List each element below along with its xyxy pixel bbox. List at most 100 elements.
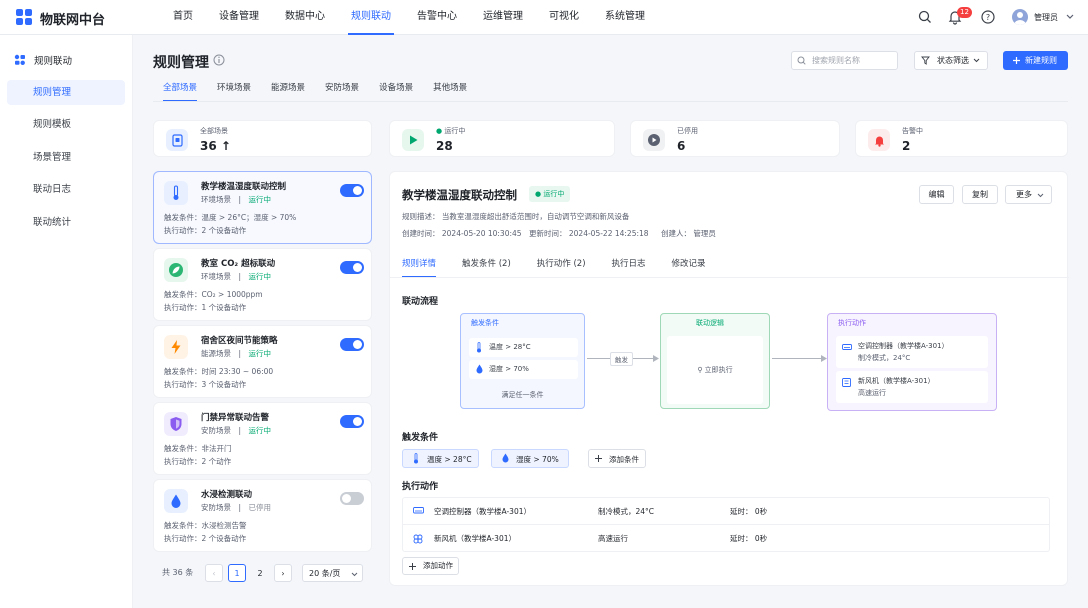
stat-card-all[interactable]: 全部场景 36 ↑ bbox=[153, 120, 372, 157]
flow-action-item: 新风机（教学楼A-301） 高速运行 bbox=[836, 371, 988, 403]
rule-meta: 安防场景 | 运行中 bbox=[201, 426, 272, 435]
flow-logic-item: ⚲ 立即执行 bbox=[667, 336, 763, 404]
stat-card-stopped[interactable]: 已停用 6 bbox=[630, 120, 840, 157]
edit-button[interactable]: 编辑 bbox=[919, 185, 954, 204]
rule-card[interactable]: 教学楼温湿度联动控制 环境场景 | 运行中 触发条件：温度 > 26°C；湿度 … bbox=[153, 171, 372, 244]
nav-rules[interactable]: 规则联动 bbox=[338, 0, 404, 35]
plus-icon bbox=[409, 563, 416, 570]
action-delay: 延时： 0秒 bbox=[730, 507, 768, 516]
tab-exec-log[interactable]: 执行日志 bbox=[612, 256, 646, 278]
flow-action-name: 空调控制器（教学楼A-301） bbox=[858, 342, 949, 350]
flow-trigger-item: 湿度 > 70% bbox=[469, 360, 578, 379]
tab-energy[interactable]: 能源场景 bbox=[261, 80, 315, 102]
play-icon bbox=[402, 129, 424, 151]
plus-icon bbox=[595, 455, 602, 462]
flow-action-detail: 高速运行 bbox=[858, 389, 886, 397]
tab-rule-detail[interactable]: 规则详情 bbox=[402, 256, 437, 278]
actions-section-title: 执行动作 bbox=[402, 482, 439, 492]
sidebar-item-rule-templates[interactable]: 规则模板 bbox=[7, 112, 125, 137]
flow-logic-head: 联动逻辑 bbox=[696, 319, 724, 327]
rule-trigger: 触发条件：CO₂ > 1000ppm bbox=[164, 290, 263, 299]
sidebar-item-logs[interactable]: 联动日志 bbox=[7, 177, 125, 202]
air-conditioner-icon bbox=[413, 507, 424, 514]
tab-security[interactable]: 安防场景 bbox=[315, 80, 369, 102]
sidebar-item-scenes[interactable]: 场景管理 bbox=[7, 145, 125, 170]
rule-meta: 能源场景 | 运行中 bbox=[201, 349, 272, 358]
water-drop-icon bbox=[476, 364, 483, 374]
nav-ops[interactable]: 运维管理 bbox=[470, 0, 536, 35]
copy-button[interactable]: 复制 bbox=[962, 185, 998, 204]
flow-action-detail: 制冷模式，24°C bbox=[858, 354, 911, 362]
tab-change-log[interactable]: 修改记录 bbox=[672, 256, 706, 278]
tab-other[interactable]: 其他场景 bbox=[423, 80, 477, 102]
search-input[interactable]: 搜索规则名称 bbox=[791, 51, 898, 70]
app-name: 物联网中台 bbox=[40, 13, 106, 28]
detail-tabs: 规则详情 触发条件 (2) 执行动作 (2) 执行日志 修改记录 bbox=[402, 256, 732, 278]
prev-page-button[interactable]: ‹ bbox=[205, 564, 223, 582]
rule-name: 门禁异常联动告警 bbox=[201, 413, 270, 423]
tab-device[interactable]: 设备场景 bbox=[369, 80, 423, 102]
rule-toggle[interactable] bbox=[340, 184, 364, 197]
scene-tabs: 全部场景 环境场景 能源场景 安防场景 设备场景 其他场景 bbox=[153, 80, 477, 102]
flow-trigger-box: 触发条件 温度 > 28°C 湿度 > 70% 满足任一条件 bbox=[460, 313, 585, 409]
rule-card[interactable]: 门禁异常联动告警 安防场景 | 运行中 触发条件：非法开门 执行动作：2 个动作 bbox=[153, 402, 372, 475]
rule-status: 运行中 bbox=[248, 272, 272, 281]
chevron-down-icon bbox=[973, 58, 980, 63]
rule-toggle[interactable] bbox=[340, 261, 364, 274]
total-count: 共 36 条 bbox=[162, 568, 194, 577]
tab-all-scenes[interactable]: 全部场景 bbox=[153, 80, 207, 102]
info-icon[interactable] bbox=[213, 54, 225, 66]
rule-trigger: 触发条件：非法开门 bbox=[164, 444, 232, 453]
chevron-down-icon[interactable] bbox=[1066, 14, 1074, 20]
tab-actions[interactable]: 执行动作 (2) bbox=[537, 256, 586, 278]
nav-alarms[interactable]: 告警中心 bbox=[404, 0, 470, 35]
sidebar-item-stats[interactable]: 联动统计 bbox=[7, 210, 125, 235]
rule-toggle[interactable] bbox=[340, 338, 364, 351]
rule-trigger: 触发条件：温度 > 26°C；湿度 > 70% bbox=[164, 213, 297, 222]
rule-card[interactable]: 教室 CO₂ 超标联动 环境场景 | 运行中 触发条件：CO₂ > 1000pp… bbox=[153, 248, 372, 321]
next-page-button[interactable]: › bbox=[274, 564, 292, 582]
nav-visualization[interactable]: 可视化 bbox=[536, 0, 592, 35]
help-icon[interactable]: ? bbox=[980, 9, 996, 25]
avatar[interactable] bbox=[1012, 9, 1028, 25]
nav-system[interactable]: 系统管理 bbox=[592, 0, 658, 35]
nav-devices[interactable]: 设备管理 bbox=[206, 0, 272, 35]
username[interactable]: 管理员 bbox=[1034, 12, 1058, 23]
flow-arrow bbox=[772, 358, 824, 359]
sidebar-title: 规则联动 bbox=[14, 53, 72, 67]
rule-card[interactable]: 宿舍区夜间节能策略 能源场景 | 运行中 触发条件：时间 23:30 ~ 06:… bbox=[153, 325, 372, 398]
nav-data-center[interactable]: 数据中心 bbox=[272, 0, 338, 35]
svg-text:?: ? bbox=[986, 13, 990, 22]
fan-icon bbox=[842, 378, 851, 387]
rule-toggle[interactable] bbox=[340, 492, 364, 505]
page-1-button[interactable]: 1 bbox=[228, 564, 246, 582]
sidebar-item-rule-management[interactable]: 规则管理 bbox=[7, 80, 125, 105]
nav-home[interactable]: 首页 bbox=[160, 0, 206, 35]
flow-action-head: 执行动作 bbox=[838, 319, 866, 327]
detail-created: 创建时间： 2024-05-20 10:30:45 bbox=[402, 229, 522, 238]
action-delay: 延时： 0秒 bbox=[730, 534, 768, 543]
rule-scene: 环境场景 bbox=[201, 272, 231, 281]
action-device: 空调控制器（教学楼A-301） bbox=[434, 507, 531, 516]
rule-toggle[interactable] bbox=[340, 415, 364, 428]
stat-value: 28 bbox=[436, 139, 453, 153]
rule-name: 教学楼温湿度联动控制 bbox=[201, 182, 287, 192]
stat-card-running[interactable]: ● 运行中 28 bbox=[389, 120, 615, 157]
rule-card[interactable]: 水浸检测联动 安防场景 | 已停用 触发条件：水浸检测告警 执行动作：2 个设备… bbox=[153, 479, 372, 552]
page-2-button[interactable]: 2 bbox=[251, 564, 269, 582]
status-badge-text: 运行中 bbox=[543, 190, 565, 198]
air-conditioner-icon bbox=[842, 344, 852, 350]
table-row: 空调控制器（教学楼A-301） 制冷模式，24°C 延时： 0秒 bbox=[403, 498, 1049, 525]
flow-arrow-label: 触发 bbox=[610, 352, 633, 366]
flow-logic-box: 联动逻辑 ⚲ 立即执行 bbox=[660, 313, 770, 409]
table-row: 新风机（教学楼A-301） 高速运行 延时： 0秒 bbox=[403, 525, 1049, 552]
rule-scene: 能源场景 bbox=[201, 349, 231, 358]
rule-detail-panel: 教学楼温湿度联动控制 ● 运行中 编辑 复制 更多 规则描述： 当教室温湿度超出… bbox=[389, 171, 1069, 586]
tab-triggers[interactable]: 触发条件 (2) bbox=[462, 256, 511, 278]
filter-icon bbox=[921, 56, 930, 65]
more-button[interactable]: 更多 bbox=[1005, 185, 1052, 204]
tab-environment[interactable]: 环境场景 bbox=[207, 80, 261, 102]
search-icon[interactable] bbox=[917, 9, 933, 25]
stat-card-alarm[interactable]: 告警中 2 bbox=[855, 120, 1068, 157]
app-logo-icon bbox=[16, 9, 32, 25]
